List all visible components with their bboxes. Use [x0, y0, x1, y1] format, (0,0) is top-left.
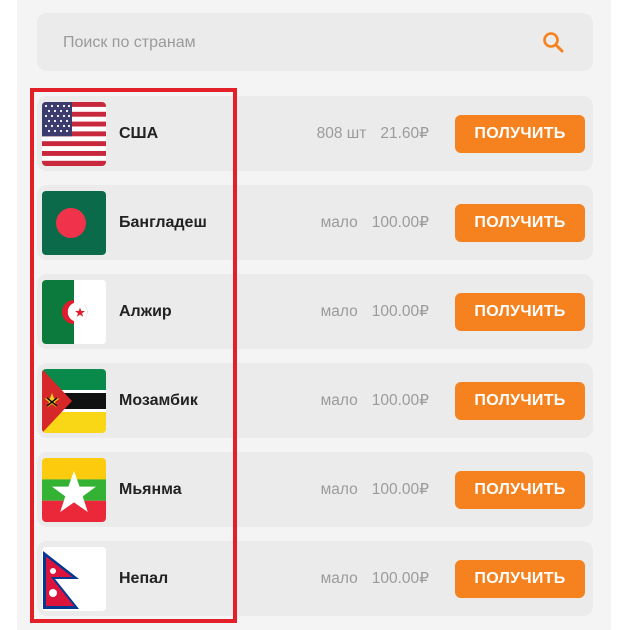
price-label: 100.00₽	[371, 570, 429, 587]
quantity-label: 808 шт	[316, 125, 367, 142]
get-button-usa[interactable]: ПОЛУЧИТЬ	[455, 115, 585, 153]
get-button-myanmar[interactable]: ПОЛУЧИТЬ	[455, 471, 585, 509]
country-name: Мозамбик	[119, 392, 198, 409]
country-name: Непал	[119, 570, 169, 587]
country-meta: мало 100.00₽	[321, 185, 429, 260]
country-row-nepal: Непал мало 100.00₽ ПОЛУЧИТЬ	[37, 541, 593, 616]
country-row-myanmar: Мьянма мало 100.00₽ ПОЛУЧИТЬ	[37, 452, 593, 527]
country-meta: мало 100.00₽	[321, 363, 429, 438]
price-label: 100.00₽	[371, 392, 429, 409]
country-meta: мало 100.00₽	[321, 541, 429, 616]
quantity-label: мало	[320, 214, 358, 231]
quantity-label: мало	[320, 481, 358, 498]
myanmar-flag-icon	[42, 458, 106, 522]
country-name: США	[119, 125, 159, 142]
country-row-bangladesh: Бангладеш мало 100.00₽ ПОЛУЧИТЬ	[37, 185, 593, 260]
search-bar	[37, 13, 593, 71]
nepal-flag-icon	[42, 547, 106, 611]
quantity-label: мало	[320, 570, 358, 587]
country-name: Мьянма	[119, 481, 182, 498]
country-meta: 808 шт 21.60₽	[317, 96, 429, 171]
get-button-bangladesh[interactable]: ПОЛУЧИТЬ	[455, 204, 585, 242]
price-label: 100.00₽	[371, 481, 429, 498]
quantity-label: мало	[320, 392, 358, 409]
quantity-label: мало	[320, 303, 358, 320]
price-label: 100.00₽	[371, 214, 429, 231]
bangladesh-flag-icon	[42, 191, 106, 255]
mozambique-flag-icon	[42, 369, 106, 433]
country-row-mozambique: Мозамбик мало 100.00₽ ПОЛУЧИТЬ	[37, 363, 593, 438]
get-button-algeria[interactable]: ПОЛУЧИТЬ	[455, 293, 585, 331]
price-label: 21.60₽	[380, 125, 429, 142]
search-icon[interactable]	[541, 30, 567, 56]
country-name: Алжир	[119, 303, 172, 320]
country-meta: мало 100.00₽	[321, 274, 429, 349]
country-row-algeria: Алжир мало 100.00₽ ПОЛУЧИТЬ	[37, 274, 593, 349]
usa-flag-icon	[42, 102, 106, 166]
algeria-flag-icon	[42, 280, 106, 344]
country-row-usa: США 808 шт 21.60₽ ПОЛУЧИТЬ	[37, 96, 593, 171]
country-list: США 808 шт 21.60₽ ПОЛУЧИТЬ Бангладеш мало…	[37, 96, 593, 630]
country-name: Бангладеш	[119, 214, 207, 231]
search-input[interactable]	[61, 31, 525, 55]
get-button-nepal[interactable]: ПОЛУЧИТЬ	[455, 560, 585, 598]
country-meta: мало 100.00₽	[321, 452, 429, 527]
price-label: 100.00₽	[371, 303, 429, 320]
get-button-mozambique[interactable]: ПОЛУЧИТЬ	[455, 382, 585, 420]
